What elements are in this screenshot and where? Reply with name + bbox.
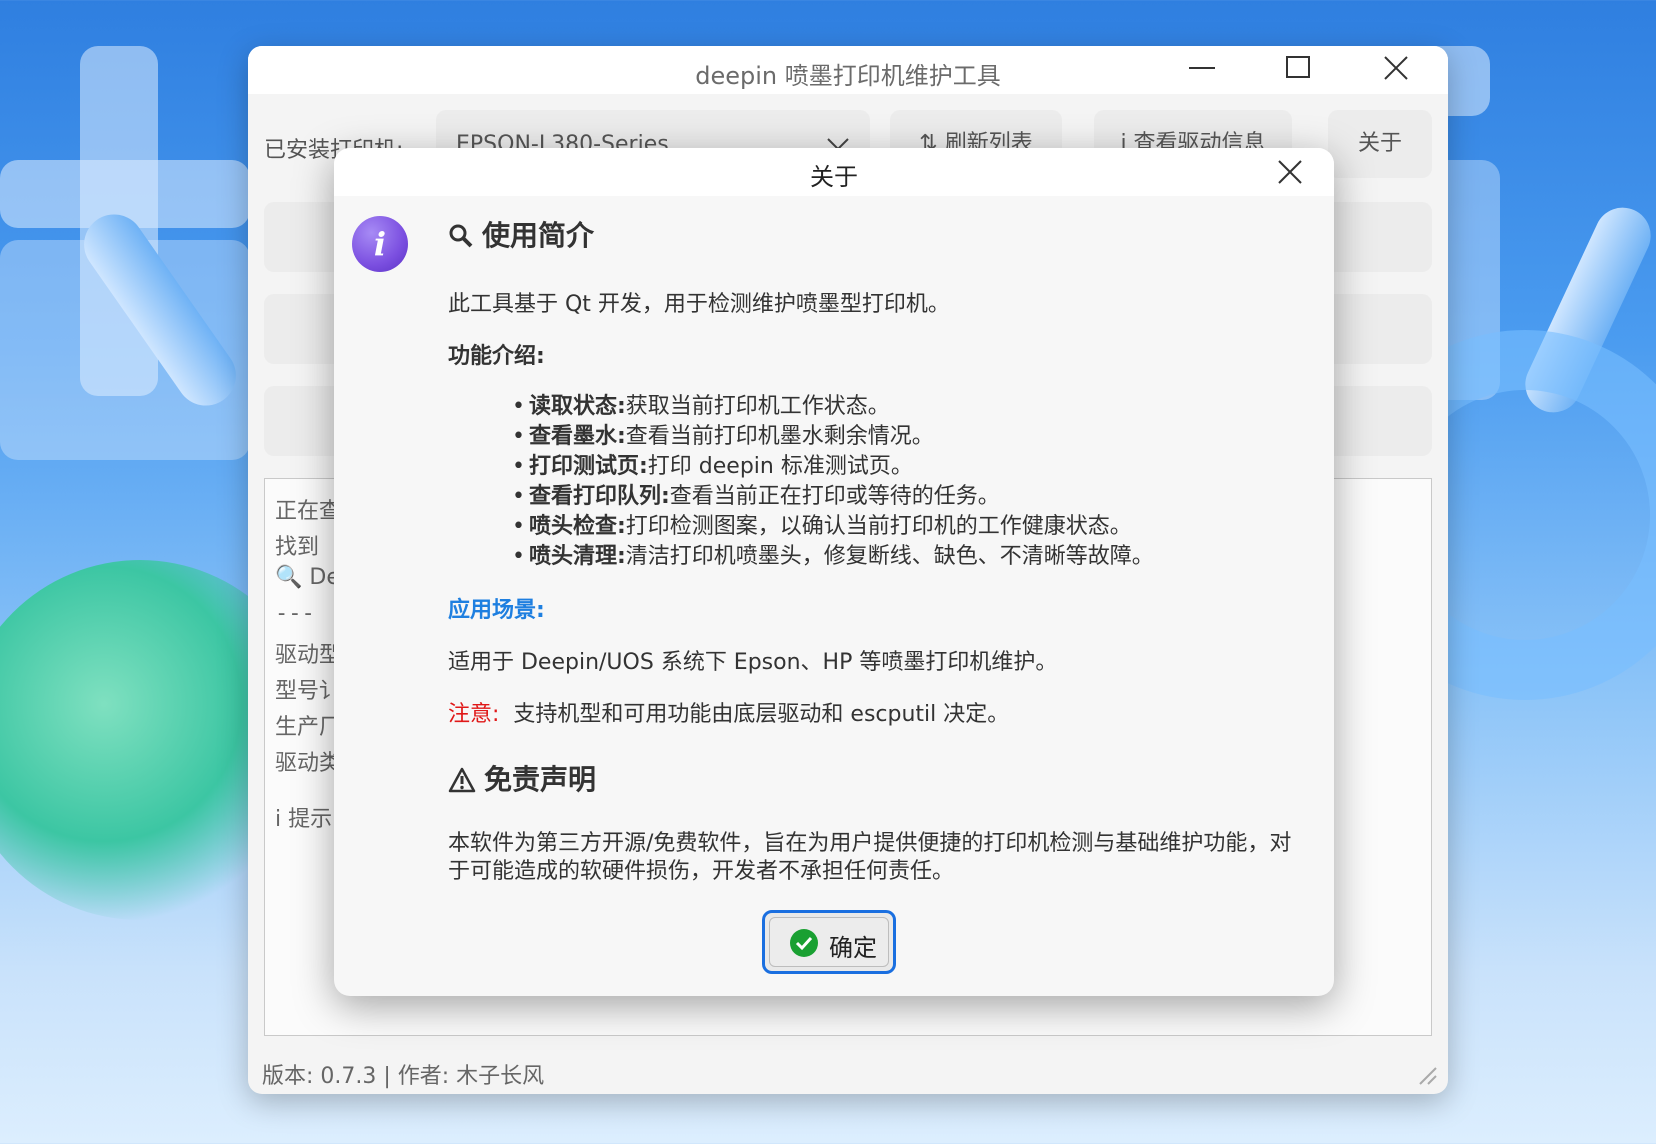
ok-button-label: 确定 xyxy=(829,934,877,962)
info-icon: i xyxy=(352,216,408,272)
window-title: deepin 喷墨打印机维护工具 xyxy=(695,62,1001,90)
log-line: 驱动型 xyxy=(275,643,342,668)
log-line: 找到 xyxy=(275,535,320,560)
maximize-icon xyxy=(1286,56,1310,78)
feature-name: 喷头检查: xyxy=(528,514,626,539)
feature-name: 读取状态: xyxy=(528,394,626,419)
feature-item: • 读取状态:获取当前打印机工作状态。 xyxy=(512,394,890,419)
feature-desc: 打印 deepin 标准测试页。 xyxy=(647,454,913,479)
dialog-title: 关于 xyxy=(810,163,858,191)
check-circle-icon xyxy=(790,929,818,957)
about-dialog: 关于 i 使用简介 此工具基于 Qt 开发，用于检测维护喷墨型打印机。 功能介绍… xyxy=(334,148,1334,996)
scenario-heading: 应用场景: xyxy=(448,598,545,623)
search-icon xyxy=(449,224,473,248)
resize-grip-icon[interactable] xyxy=(1416,1064,1438,1086)
feature-item: • 喷头清理:清洁打印机喷墨头，修复断线、缺色、不清晰等故障。 xyxy=(512,544,1154,569)
note-text: 支持机型和可用功能由底层驱动和 escputil 决定。 xyxy=(513,702,1010,727)
intro-heading-text: 使用简介 xyxy=(482,219,595,252)
dialog-title-bar: 关于 xyxy=(334,148,1334,196)
close-icon xyxy=(1278,160,1302,184)
close-button[interactable] xyxy=(1376,54,1416,86)
note-label: 注意: xyxy=(448,702,500,727)
log-line: 型号讠 xyxy=(275,679,342,704)
feature-name: 打印测试页: xyxy=(528,454,648,479)
scenario-text: 适用于 Deepin/UOS 系统下 Epson、HP 等喷墨打印机维护。 xyxy=(448,650,1058,675)
about-button[interactable]: 关于 xyxy=(1328,110,1432,178)
feature-name: 喷头清理: xyxy=(528,544,626,569)
minimize-icon xyxy=(1189,67,1215,69)
feature-item: • 喷头检查:打印检测图案，以确认当前打印机的工作健康状态。 xyxy=(512,514,1132,539)
ok-button[interactable]: 确定 xyxy=(762,910,896,974)
intro-text: 此工具基于 Qt 开发，用于检测维护喷墨型打印机。 xyxy=(448,292,950,317)
feature-desc: 查看当前打印机墨水剩余情况。 xyxy=(625,424,934,449)
feature-item: • 查看墨水:查看当前打印机墨水剩余情况。 xyxy=(512,424,934,449)
note-line: 注意: 支持机型和可用功能由底层驱动和 escputil 决定。 xyxy=(448,696,1009,728)
features-heading: 功能介绍: xyxy=(448,344,545,369)
disclaimer-heading-text: 免责声明 xyxy=(484,763,597,796)
feature-desc: 清洁打印机喷墨头，修复断线、缺色、不清晰等故障。 xyxy=(625,544,1154,569)
dialog-close-button[interactable] xyxy=(1270,154,1310,190)
feature-item: • 打印测试页:打印 deepin 标准测试页。 xyxy=(512,454,913,479)
log-line: 驱动类 xyxy=(275,751,342,776)
minimize-button[interactable] xyxy=(1182,54,1222,86)
status-bar-text: 版本: 0.7.3 | 作者: 木子长风 xyxy=(262,1064,545,1089)
feature-name: 查看墨水: xyxy=(528,424,626,449)
close-icon xyxy=(1384,56,1408,80)
log-line: --- xyxy=(275,601,315,626)
feature-item: • 查看打印队列:查看当前正在打印或等待的任务。 xyxy=(512,484,1000,509)
disclaimer-heading: 免责声明 xyxy=(448,758,596,798)
title-bar: deepin 喷墨打印机维护工具 xyxy=(248,46,1448,94)
log-line: 生产厂 xyxy=(275,715,342,740)
feature-desc: 打印检测图案，以确认当前打印机的工作健康状态。 xyxy=(625,514,1132,539)
warning-icon xyxy=(448,767,476,793)
feature-desc: 查看当前正在打印或等待的任务。 xyxy=(669,484,1000,509)
maximize-button[interactable] xyxy=(1278,54,1318,86)
log-line: 🔍 De xyxy=(275,565,340,590)
log-line: i 提示 xyxy=(275,807,333,832)
disclaimer-text: 本软件为第三方开源/免费软件，旨在为用户提供便捷的打印机检测与基础维护功能，对于… xyxy=(448,831,1292,884)
feature-desc: 获取当前打印机工作状态。 xyxy=(625,394,890,419)
log-line: 正在查 xyxy=(275,499,342,524)
intro-heading: 使用简介 xyxy=(448,214,594,254)
feature-name: 查看打印队列: xyxy=(528,484,670,509)
